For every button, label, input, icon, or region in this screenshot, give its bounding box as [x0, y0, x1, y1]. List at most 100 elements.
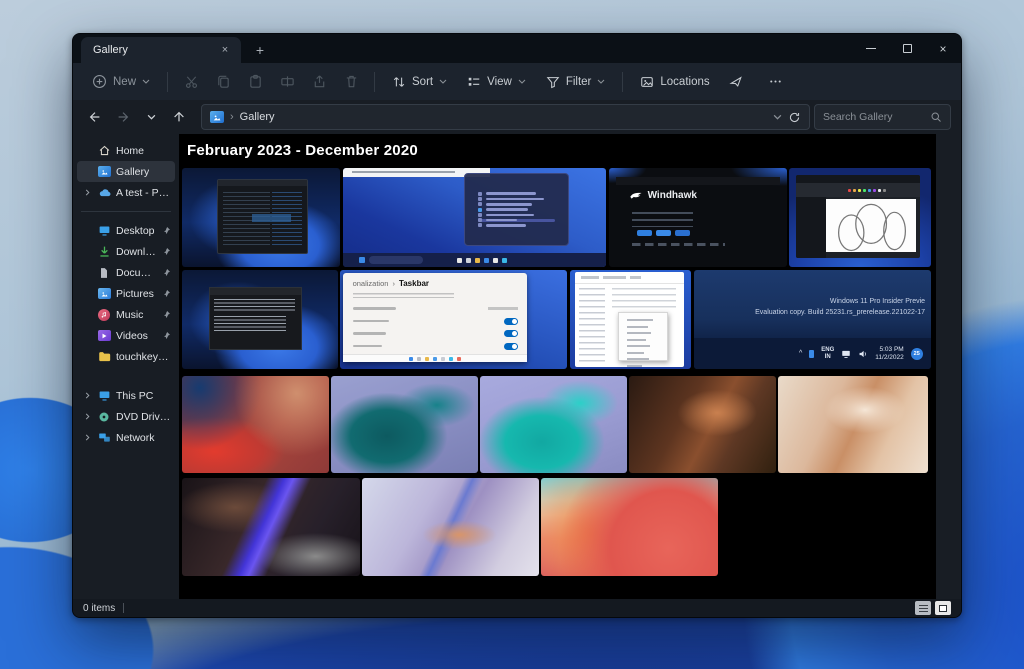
thumbnail-taskbar-settings-screenshot[interactable]: onalization›Taskbar — [340, 270, 567, 369]
sort-button[interactable]: Sort — [383, 69, 456, 95]
share-button[interactable] — [304, 69, 334, 95]
thumbnail-abstract-red-wallpaper[interactable] — [182, 376, 329, 473]
new-button[interactable]: New — [83, 68, 159, 95]
pin-icon — [162, 310, 171, 319]
search-input[interactable] — [823, 111, 924, 123]
tab-gallery[interactable]: Gallery × — [81, 37, 241, 63]
refresh-icon[interactable] — [788, 111, 801, 124]
thumbnail-explorer-window — [575, 272, 684, 366]
pin-icon — [162, 268, 171, 277]
sidebar-item-videos[interactable]: Videos — [77, 325, 175, 346]
gallery-icon — [210, 111, 224, 123]
toolbar-divider — [167, 72, 168, 92]
gallery-date-range-header: February 2023 - December 2020 — [187, 142, 418, 159]
sidebar-item-this-pc[interactable]: This PC — [77, 385, 175, 406]
maximize-button[interactable] — [889, 34, 925, 63]
gallery-icon — [97, 165, 111, 179]
view-button[interactable]: View — [458, 69, 535, 95]
sidebar-item-touchkeyboard[interactable]: touchkeyboard — [77, 346, 175, 367]
tray-clock: 5:03 PM11/2/2022 — [875, 346, 903, 362]
pictures-icon — [97, 287, 111, 301]
paste-button[interactable] — [240, 69, 270, 95]
settings-page-title: Taskbar — [399, 279, 429, 288]
status-bar: 0 items — [73, 599, 961, 617]
copy-button[interactable] — [208, 69, 238, 95]
sidebar-item-documents[interactable]: Documents — [77, 262, 175, 283]
thumbnail-desktop-watermark-screenshot[interactable]: Windows 11 Pro Insider Previe Evaluation… — [694, 270, 931, 369]
thumbnail-abstract-bright-teal-wallpaper[interactable] — [480, 376, 627, 473]
sidebar-item-downloads[interactable]: Downloads — [77, 241, 175, 262]
sidebar-item-music[interactable]: Music — [77, 304, 175, 325]
forward-button[interactable] — [111, 105, 135, 129]
chevron-down-icon — [597, 79, 605, 84]
chevron-right-icon[interactable] — [83, 393, 92, 398]
search-box[interactable] — [814, 104, 951, 130]
copy-icon — [216, 74, 231, 89]
up-button[interactable] — [167, 105, 191, 129]
documents-icon — [97, 266, 111, 280]
sidebar-item-onedrive[interactable]: A test - Personal — [77, 182, 175, 203]
sidebar-item-dvd-drive[interactable]: DVD Drive (D:) CCC — [77, 406, 175, 427]
phone-link-button[interactable] — [721, 69, 751, 95]
this-pc-icon — [97, 389, 111, 403]
details-view-button[interactable] — [915, 601, 931, 615]
thumbnail-paint-screenshot[interactable] — [789, 168, 931, 267]
desktop-icon — [97, 224, 111, 238]
thumbnail-terminal-screenshot[interactable] — [182, 168, 340, 267]
cut-button[interactable] — [176, 69, 206, 95]
chevron-down-icon[interactable] — [773, 114, 782, 120]
sidebar-item-desktop[interactable]: Desktop — [77, 220, 175, 241]
breadcrumb[interactable]: › Gallery — [201, 104, 810, 130]
windhawk-logo: Windhawk — [629, 189, 697, 203]
close-button[interactable]: × — [925, 34, 961, 63]
items-count: 0 items — [83, 603, 115, 614]
sidebar-item-home[interactable]: Home — [77, 140, 175, 161]
delete-button[interactable] — [336, 69, 366, 95]
thumbnail-windhawk-screenshot[interactable]: Windhawk — [609, 168, 787, 267]
minimize-button[interactable] — [853, 34, 889, 63]
tab-close-icon[interactable]: × — [217, 42, 233, 58]
thumbnail-abstract-dark-teal-wallpaper[interactable] — [331, 376, 478, 473]
home-icon — [97, 144, 111, 158]
status-divider — [123, 603, 124, 613]
thumbnail-abstract-copper-wallpaper[interactable] — [629, 376, 776, 473]
pin-icon — [162, 289, 171, 298]
folder-icon — [97, 350, 111, 364]
watermark-text: Windows 11 Pro Insider Previe Evaluation… — [755, 296, 925, 318]
thumbnail-terminal-window — [217, 179, 309, 254]
arrow-left-icon — [88, 110, 102, 124]
sidebar-item-network[interactable]: Network — [77, 427, 175, 448]
thumbnail-taskbar — [343, 253, 606, 267]
back-button[interactable] — [83, 105, 107, 129]
sidebar-item-gallery[interactable]: Gallery — [77, 161, 175, 182]
paste-icon — [248, 74, 263, 89]
chevron-down-icon — [439, 79, 447, 84]
thumbnail-paint-window — [796, 175, 920, 258]
recent-locations-button[interactable] — [139, 105, 163, 129]
thumbnail-notepad-window — [209, 287, 303, 350]
new-tab-button[interactable]: + — [247, 39, 273, 61]
thumbnail-abstract-lavender-wave-wallpaper[interactable] — [362, 478, 539, 576]
thumbnail-abstract-purple-wave-wallpaper[interactable] — [182, 478, 360, 576]
filter-button[interactable]: Filter — [537, 69, 615, 95]
thumbnail-jumplist-screenshot[interactable] — [343, 168, 606, 267]
thumbnail-notepad-screenshot[interactable] — [182, 270, 338, 369]
sidebar-item-pictures[interactable]: Pictures — [77, 283, 175, 304]
tray-chevron-up: ^ — [799, 350, 802, 357]
thumbnail-file-explorer-screenshot[interactable] — [570, 270, 691, 369]
locations-button[interactable]: Locations — [631, 69, 718, 95]
large-thumbnails-view-button[interactable] — [935, 601, 951, 615]
see-more-button[interactable] — [761, 69, 791, 95]
tray-language: ENGIN — [821, 347, 834, 361]
onedrive-cloud-icon — [97, 186, 111, 200]
thumbnail-abstract-coral-wallpaper[interactable] — [541, 478, 718, 576]
rename-button[interactable] — [272, 69, 302, 95]
chevron-right-icon[interactable] — [83, 414, 92, 419]
tray-speaker-icon — [858, 349, 868, 359]
breadcrumb-location[interactable]: Gallery — [240, 111, 275, 123]
chevron-right-icon[interactable] — [83, 190, 92, 195]
chevron-right-icon[interactable] — [83, 435, 92, 440]
thumbnail-abstract-cream-wallpaper[interactable] — [778, 376, 928, 473]
command-toolbar: New Sort View Filter Locations — [73, 63, 961, 100]
system-tray: ^ ENGIN 5:03 PM11/2/2022 25 — [694, 338, 931, 369]
